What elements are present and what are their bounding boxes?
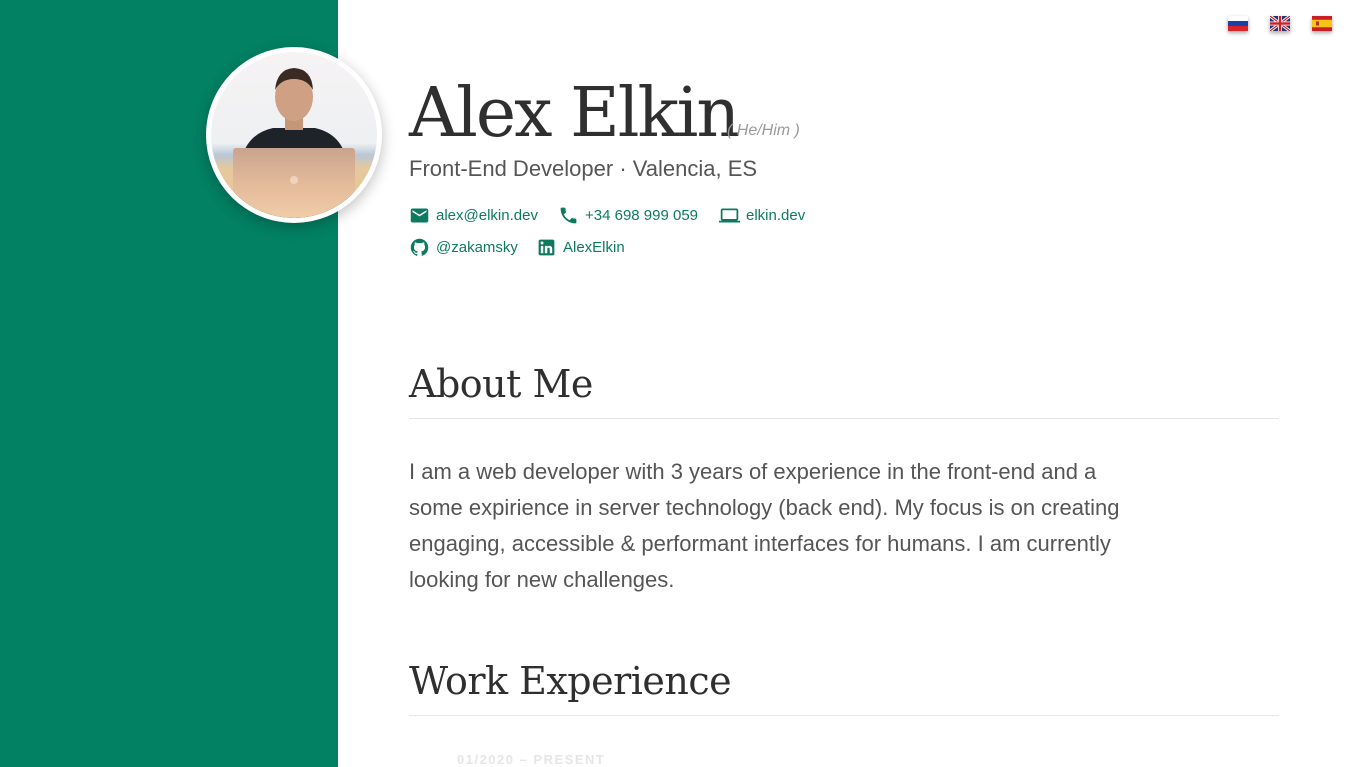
language-es-button[interactable] (1312, 16, 1332, 31)
email-text: alex@elkin.dev (436, 207, 538, 224)
about-divider (409, 418, 1279, 419)
email-icon (410, 208, 429, 223)
phone-icon (560, 207, 577, 224)
about-text: I am a web developer with 3 years of exp… (409, 459, 1120, 592)
linkedin-link[interactable]: AlexElkin (536, 237, 625, 258)
avatar (206, 47, 382, 223)
page-title: Alex Elkin (409, 74, 740, 153)
job-date: 01/2020 – PRESENT (457, 752, 606, 767)
profile-photo (211, 52, 377, 218)
work-divider (409, 715, 1279, 716)
flag-uk-icon (1270, 16, 1290, 31)
linkedin-text: AlexElkin (563, 239, 625, 256)
laptop-icon (719, 208, 740, 223)
phone-link[interactable]: +34 698 999 059 (558, 205, 698, 226)
pronouns-label: ( He/Him ) (727, 122, 800, 139)
language-ru-button[interactable] (1228, 16, 1248, 31)
flag-russia-icon (1228, 16, 1248, 31)
resume-page: Alex Elkin ( He/Him ) Front-End Develope… (0, 0, 1351, 767)
github-link[interactable]: @zakamsky (409, 237, 518, 258)
work-heading: Work Experience (409, 659, 732, 703)
website-link[interactable]: elkin.dev (719, 205, 805, 226)
website-text: elkin.dev (746, 207, 806, 224)
github-icon (410, 238, 429, 256)
phone-text: +34 698 999 059 (585, 207, 699, 224)
github-text: @zakamsky (436, 239, 518, 256)
language-en-button[interactable] (1270, 16, 1290, 31)
flag-spain-icon (1312, 16, 1332, 31)
about-heading: About Me (409, 362, 593, 406)
linkedin-icon (538, 239, 555, 256)
job-title-location: Front-End Developer · Valencia, ES (409, 156, 758, 181)
email-link[interactable]: alex@elkin.dev (409, 205, 538, 226)
